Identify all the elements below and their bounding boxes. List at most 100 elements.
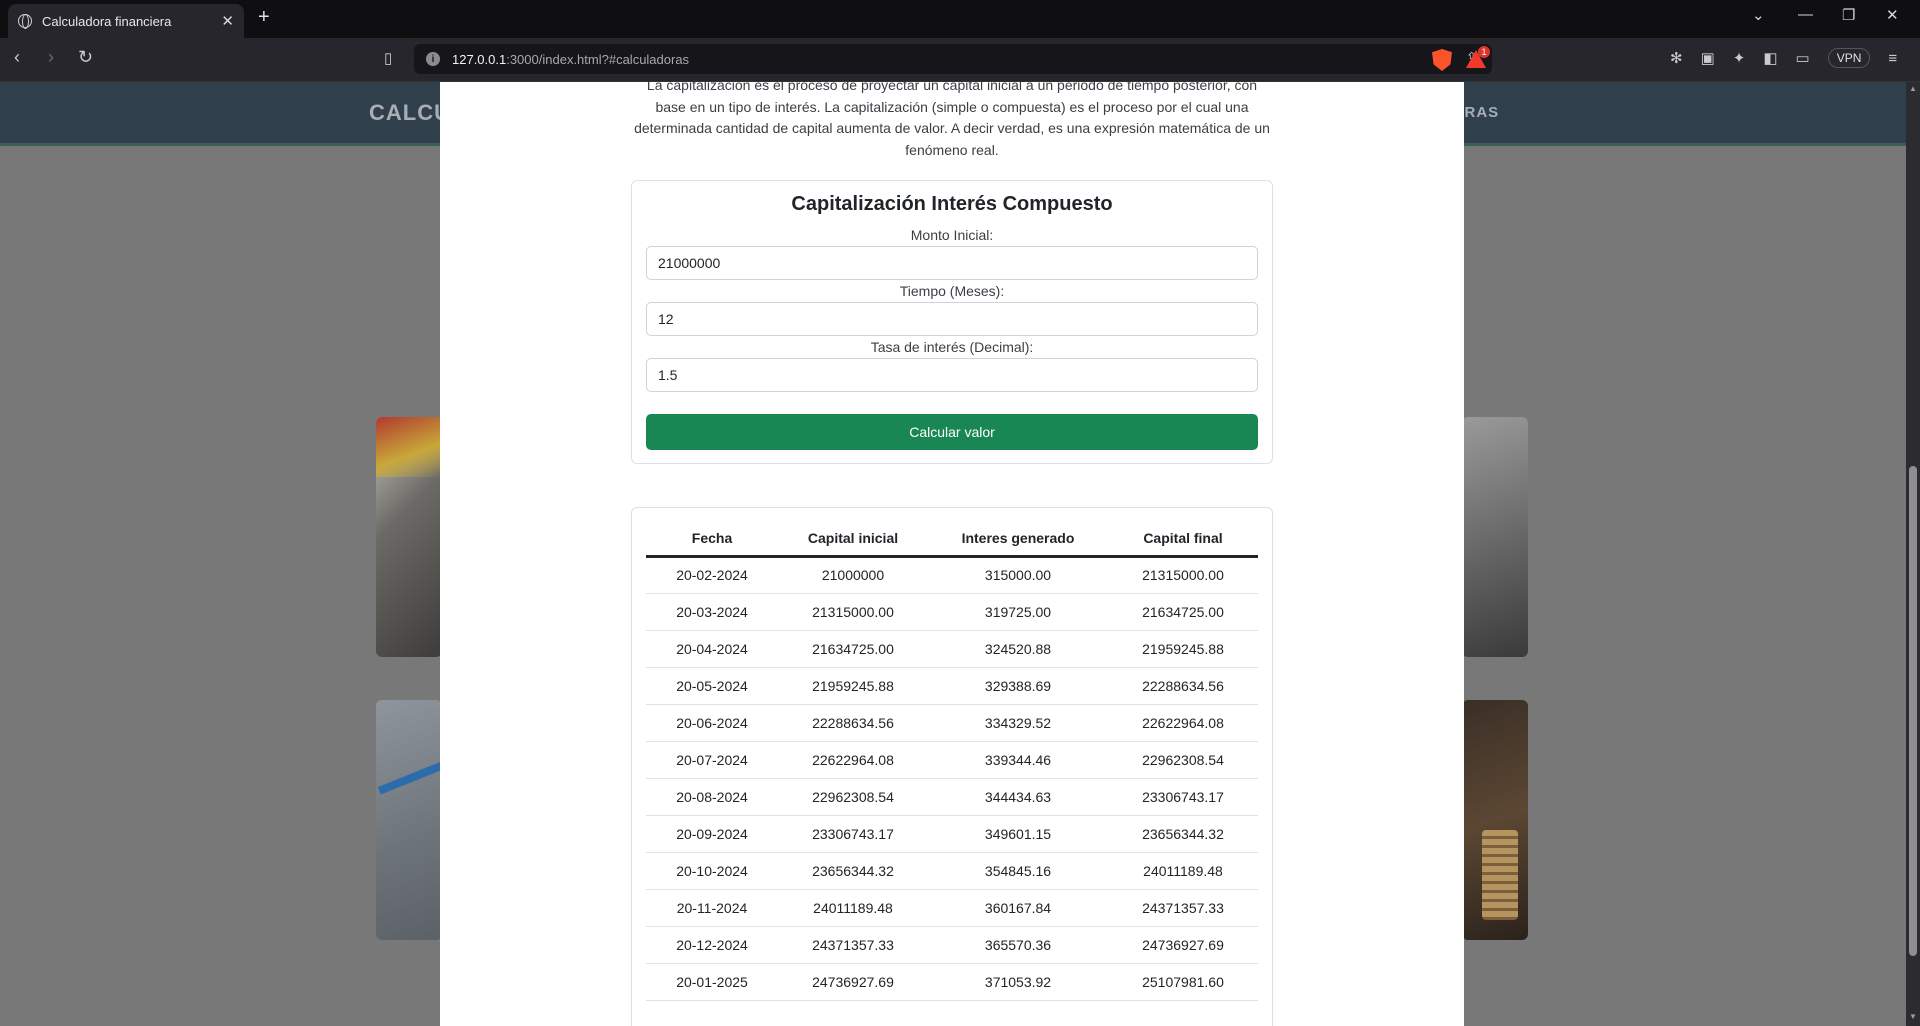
tasa-label: Tasa de interés (Decimal): (870, 339, 1034, 355)
scroll-up-icon[interactable]: ▲ (1909, 84, 1917, 93)
browser-tab[interactable]: Calculadora financiera ✕ (8, 4, 244, 38)
reload-icon[interactable]: ↻ (78, 47, 93, 68)
calendar-image (376, 417, 442, 657)
tiempo-input[interactable] (646, 302, 1258, 336)
cell-capital-inicial: 22288634.56 (778, 704, 928, 742)
browser-tab-bar: Calculadora financiera ✕ + ⌄ — ❐ ✕ (0, 0, 1920, 38)
cell-fecha: 20-11-2024 (646, 889, 778, 927)
cell-interes: 329388.69 (928, 667, 1108, 705)
cell-capital-final: 21634725.00 (1108, 593, 1258, 631)
table-row: 20-09-2024 23306743.17 349601.15 23656344.3… (646, 815, 1258, 853)
site-info-icon[interactable]: i (426, 52, 440, 66)
cell-capital-final: 24011189.48 (1108, 852, 1258, 890)
cell-capital-inicial: 24736927.69 (778, 963, 928, 1001)
glasses-image (1462, 417, 1528, 657)
chart-paper-image (376, 700, 442, 940)
window-close-icon[interactable]: ✕ (1886, 6, 1899, 24)
cell-interes: 324520.88 (928, 630, 1108, 668)
tasa-input[interactable] (646, 358, 1258, 392)
table-row: 20-04-2024 21634725.00 324520.88 21959245.8… (646, 630, 1258, 668)
cell-fecha: 20-09-2024 (646, 815, 778, 853)
table-row: 20-07-2024 22622964.08 339344.46 22962308.5… (646, 741, 1258, 779)
cell-capital-inicial: 23656344.32 (778, 852, 928, 890)
sidebar-icon[interactable]: ◧ (1763, 49, 1777, 67)
page-viewport: CALCU DORAS La capitalización es el proc… (0, 82, 1906, 1026)
forward-icon[interactable]: › (48, 47, 54, 68)
cell-capital-final: 22622964.08 (1108, 704, 1258, 742)
url-host: 127.0.0.1 (452, 51, 507, 67)
minimize-icon[interactable]: — (1798, 6, 1813, 23)
cell-capital-final: 24371357.33 (1108, 889, 1258, 927)
header-fecha: Fecha (646, 522, 778, 558)
wallet-icon[interactable]: ▭ (1796, 49, 1810, 67)
address-bar[interactable]: i 127.0.0.1:3000/index.html?#calculadora… (414, 44, 1492, 74)
calculate-button[interactable]: Calcular valor (646, 414, 1258, 450)
table-row: 20-02-2024 21000000 315000.00 21315000.00 (646, 556, 1258, 594)
intro-paragraph: La capitalización es el proceso de proye… (634, 82, 1270, 158)
cell-capital-final: 22962308.54 (1108, 741, 1258, 779)
table-row: 20-08-2024 22962308.54 344434.63 23306743.1… (646, 778, 1258, 816)
cell-interes: 360167.84 (928, 889, 1108, 927)
cell-capital-inicial: 23306743.17 (778, 815, 928, 853)
cell-fecha: 20-02-2024 (646, 556, 778, 594)
cell-fecha: 20-03-2024 (646, 593, 778, 631)
bookmark-icon[interactable]: ▯ (384, 49, 392, 67)
cell-capital-final: 24736927.69 (1108, 926, 1258, 964)
cell-interes: 315000.00 (928, 556, 1108, 594)
cell-interes: 334329.52 (928, 704, 1108, 742)
tab-list-chevron-icon[interactable]: ⌄ (1752, 6, 1765, 24)
nav-brand[interactable]: CALCU (369, 100, 451, 126)
cell-capital-inicial: 24371357.33 (778, 926, 928, 964)
globe-icon (18, 14, 32, 29)
monto-input[interactable] (646, 246, 1258, 280)
url-path: :3000/index.html?#calculadoras (506, 51, 690, 67)
cell-interes: 319725.00 (928, 593, 1108, 631)
vpn-button[interactable]: VPN (1827, 48, 1871, 68)
scroll-down-icon[interactable]: ▼ (1909, 1012, 1917, 1021)
back-icon[interactable]: ‹ (14, 47, 20, 68)
leo-ai-icon[interactable]: ✻ (1670, 49, 1683, 67)
table-row: 20-03-2024 21315000.00 319725.00 21634725.0… (646, 593, 1258, 631)
cell-interes: 344434.63 (928, 778, 1108, 816)
cell-capital-inicial: 22962308.54 (778, 778, 928, 816)
cell-capital-inicial: 21634725.00 (778, 630, 928, 668)
cell-interes: 365570.36 (928, 926, 1108, 964)
cell-fecha: 20-05-2024 (646, 667, 778, 705)
cell-interes: 354845.16 (928, 852, 1108, 890)
calculator-form: Capitalización Interés Compuesto Monto I… (631, 180, 1273, 464)
table-row: 20-06-2024 22288634.56 334329.52 22622964.0… (646, 704, 1258, 742)
cell-fecha: 20-10-2024 (646, 852, 778, 890)
menu-icon[interactable]: ≡ (1888, 50, 1897, 67)
table-row: 20-05-2024 21959245.88 329388.69 22288634.5… (646, 667, 1258, 705)
table-header-row: Fecha Capital inicial Interes generado C… (646, 522, 1258, 558)
close-tab-icon[interactable]: ✕ (221, 12, 234, 30)
cell-capital-inicial: 21315000.00 (778, 593, 928, 631)
notification-badge: 1 (1478, 46, 1490, 58)
cell-capital-inicial: 22622964.08 (778, 741, 928, 779)
results-table: Fecha Capital inicial Interes generado C… (646, 522, 1258, 1001)
cell-fecha: 20-01-2025 (646, 963, 778, 1001)
cell-capital-inicial: 21959245.88 (778, 667, 928, 705)
cell-capital-final: 23656344.32 (1108, 815, 1258, 853)
cell-fecha: 20-06-2024 (646, 704, 778, 742)
cell-capital-final: 25107981.60 (1108, 963, 1258, 1001)
cell-fecha: 20-04-2024 (646, 630, 778, 668)
table-row: 20-12-2024 24371357.33 365570.36 24736927.6… (646, 926, 1258, 964)
cell-capital-final: 23306743.17 (1108, 778, 1258, 816)
extension-icon[interactable]: ▣ (1701, 49, 1715, 67)
scrollbar-thumb[interactable] (1909, 466, 1917, 956)
cell-capital-final: 21959245.88 (1108, 630, 1258, 668)
form-title: Capitalización Interés Compuesto (791, 193, 1113, 215)
table-row: 20-10-2024 23656344.32 354845.16 24011189.4… (646, 852, 1258, 890)
restore-icon[interactable]: ❐ (1842, 6, 1855, 24)
page-scrollbar[interactable]: ▲ ▼ (1906, 82, 1920, 1026)
table-row: 20-01-2025 24736927.69 371053.92 25107981.6… (646, 963, 1258, 1001)
new-tab-icon[interactable]: + (258, 6, 270, 29)
puzzle-icon[interactable]: ✦ (1733, 49, 1746, 67)
header-capital-final: Capital final (1108, 522, 1258, 558)
cell-interes: 349601.15 (928, 815, 1108, 853)
browser-toolbar: ‹ › ↻ ▯ i 127.0.0.1:3000/index.html?#cal… (0, 38, 1920, 82)
tab-title: Calculadora financiera (42, 13, 172, 29)
cell-fecha: 20-07-2024 (646, 741, 778, 779)
cell-capital-inicial: 24011189.48 (778, 889, 928, 927)
